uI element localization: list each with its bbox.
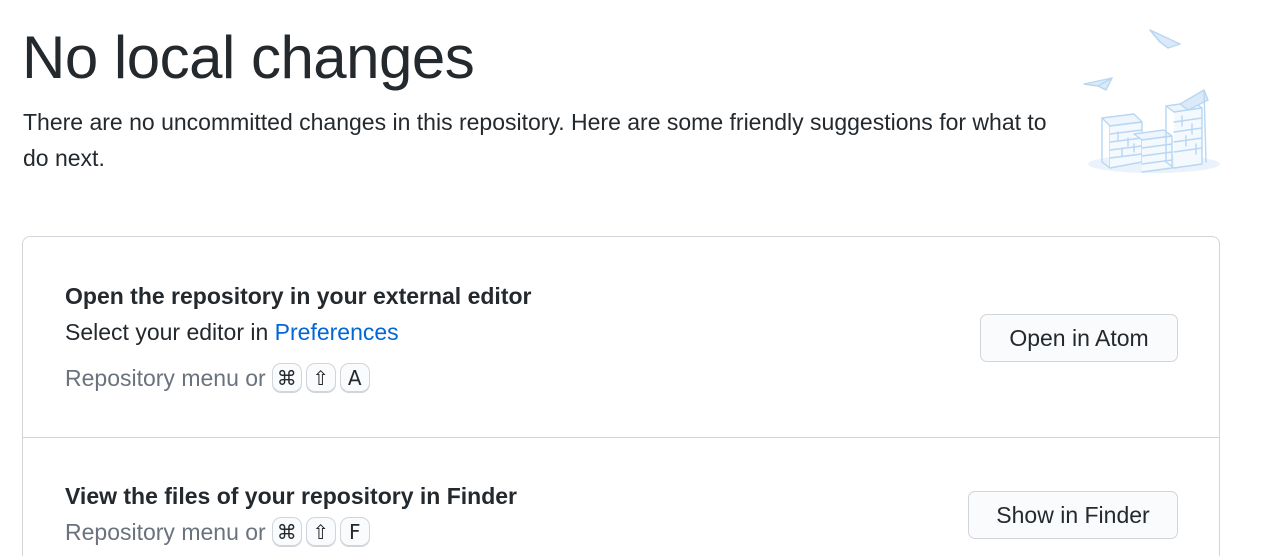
show-in-finder-button[interactable]: Show in Finder xyxy=(968,491,1178,539)
shortcut-hint: Repository menu or ⌘ ⇧ F xyxy=(65,517,374,547)
f-key: F xyxy=(339,517,370,547)
no-changes-view: No local changes There are no uncommitte… xyxy=(0,0,1278,556)
open-in-atom-button[interactable]: Open in Atom xyxy=(980,314,1178,362)
shift-key: ⇧ xyxy=(305,517,336,547)
suggestion-show-in-finder: View the files of your repository in Fin… xyxy=(23,437,1219,556)
shortcut-hint: Repository menu or ⌘ ⇧ A xyxy=(65,363,374,393)
empty-files-illustration-icon xyxy=(1076,22,1236,182)
suggestion-title: Open the repository in your external edi… xyxy=(65,283,532,309)
page-description: There are no uncommitted changes in this… xyxy=(23,109,1047,171)
command-key: ⌘ xyxy=(271,363,302,393)
command-key: ⌘ xyxy=(271,517,302,547)
a-key: A xyxy=(339,363,370,393)
shift-key: ⇧ xyxy=(305,363,336,393)
suggestion-description: Select your editor in Preferences xyxy=(65,319,399,346)
preferences-link[interactable]: Preferences xyxy=(275,319,399,345)
suggestions-card: Open the repository in your external edi… xyxy=(22,236,1220,556)
shortcut-label: Repository menu or xyxy=(65,364,266,391)
page-title: No local changes xyxy=(22,24,475,91)
suggestion-open-editor: Open the repository in your external edi… xyxy=(23,237,1219,438)
suggestion-title: View the files of your repository in Fin… xyxy=(65,483,517,509)
shortcut-label: Repository menu or xyxy=(65,518,266,545)
suggestion-description-text: Select your editor in xyxy=(65,319,275,345)
